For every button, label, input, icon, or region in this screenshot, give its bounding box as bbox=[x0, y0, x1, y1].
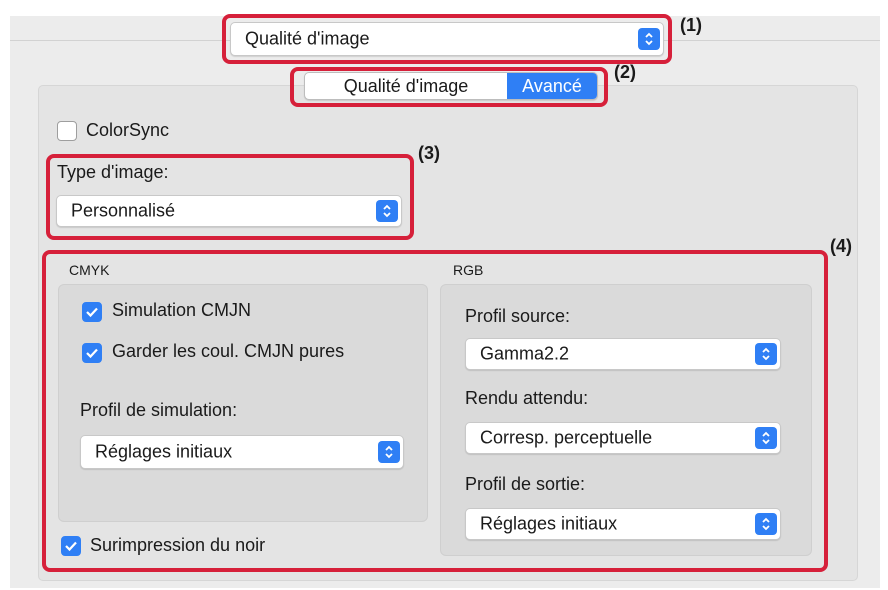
highlight-box-3 bbox=[46, 154, 414, 240]
divider-right bbox=[668, 40, 880, 41]
highlight-box-2 bbox=[290, 67, 608, 107]
highlight-box-4 bbox=[42, 250, 828, 572]
divider-left bbox=[10, 40, 220, 41]
highlight-box-1 bbox=[222, 14, 672, 64]
callout-4: (4) bbox=[830, 236, 852, 256]
colorsync-label: ColorSync bbox=[86, 120, 170, 140]
colorsync-checkbox[interactable] bbox=[57, 121, 77, 141]
callout-2: (2) bbox=[614, 62, 636, 82]
callout-1: (1) bbox=[680, 15, 702, 35]
callout-3: (3) bbox=[418, 143, 440, 163]
